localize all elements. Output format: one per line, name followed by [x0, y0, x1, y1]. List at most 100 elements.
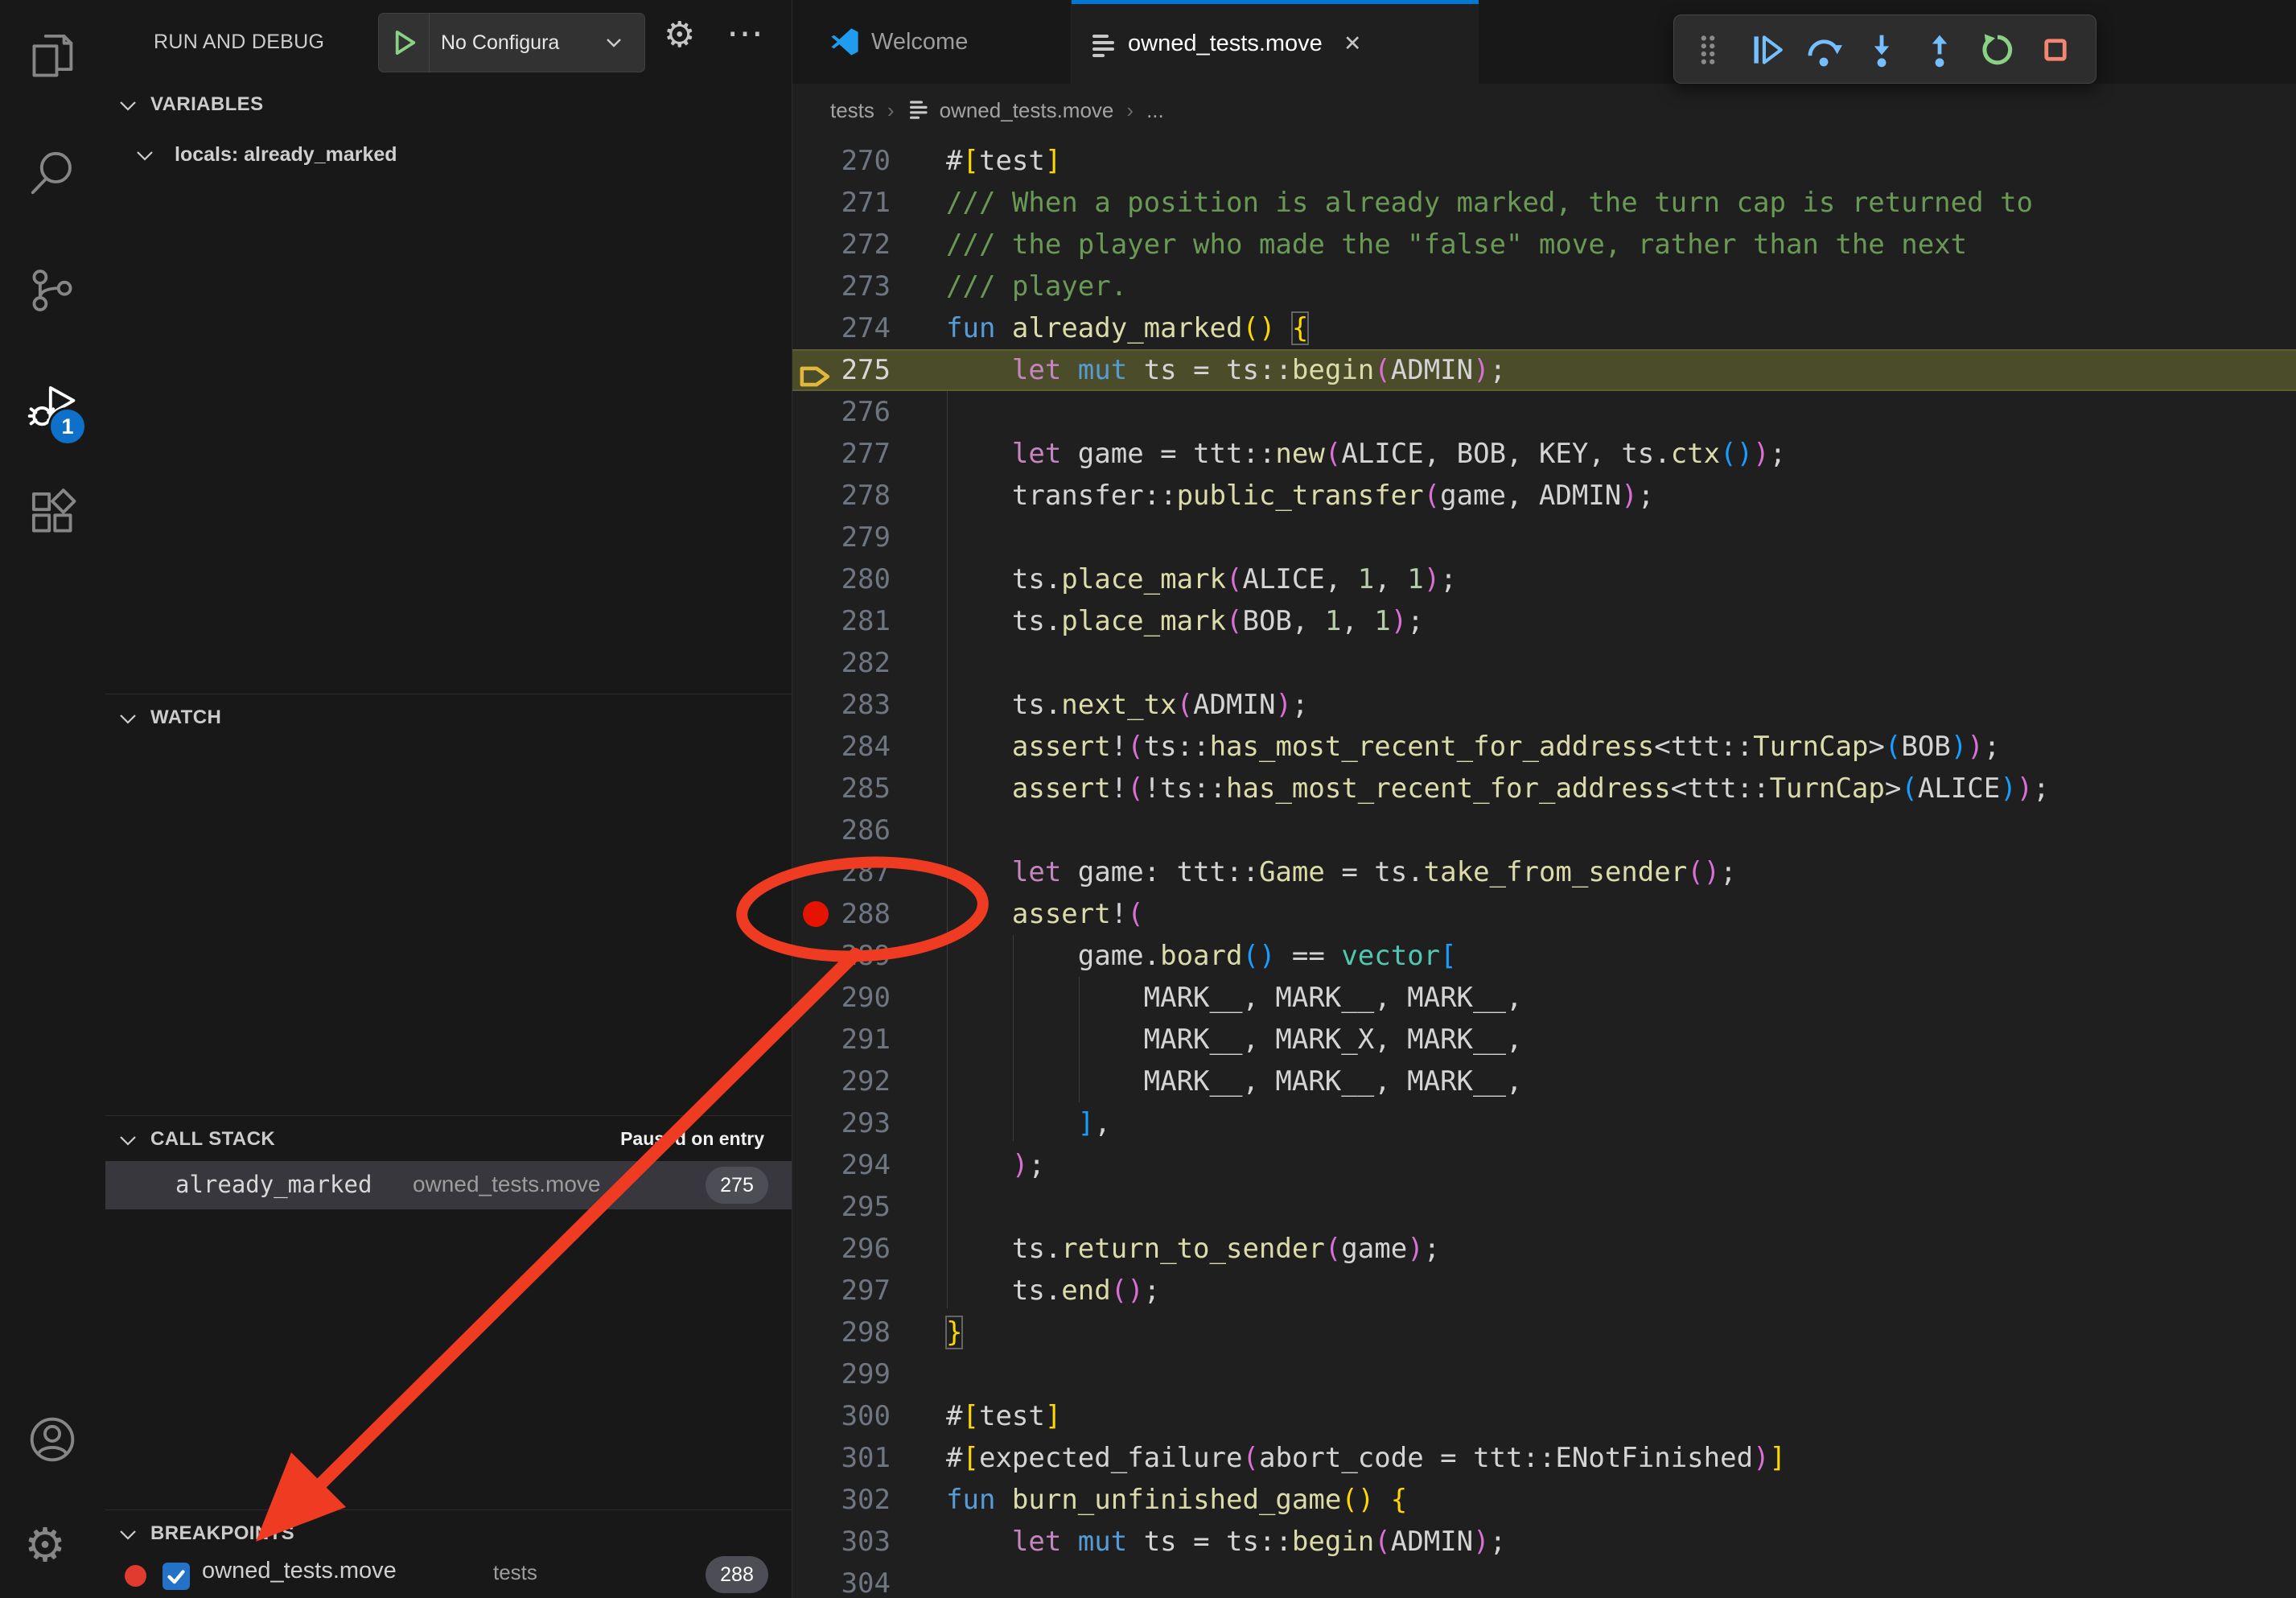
line-number[interactable]: 272 [792, 224, 891, 266]
config-dropdown-label[interactable]: No Configura [441, 31, 606, 55]
extensions-icon[interactable] [26, 486, 79, 539]
line-number[interactable]: 298 [792, 1312, 891, 1353]
line-number[interactable]: 300 [792, 1395, 891, 1437]
start-debug-icon[interactable] [393, 29, 418, 56]
step-out-button[interactable] [1920, 30, 1960, 70]
code-line[interactable]: 297 ts.end(); [792, 1270, 2296, 1312]
code-line[interactable]: 300#[test] [792, 1395, 2296, 1437]
line-number[interactable]: 280 [792, 558, 891, 600]
continue-button[interactable] [1746, 30, 1786, 70]
code-line[interactable]: 277 let game = ttt::new(ALICE, BOB, KEY,… [792, 433, 2296, 475]
code-line[interactable]: 303 let mut ts = ts::begin(ADMIN); [792, 1521, 2296, 1563]
breadcrumb-item-tests[interactable]: tests [830, 98, 874, 123]
line-number[interactable]: 287 [792, 851, 891, 893]
settings-gear-icon[interactable]: ⚙ [24, 1522, 66, 1569]
line-number[interactable]: 303 [792, 1521, 891, 1563]
code-line[interactable]: 282 [792, 642, 2296, 684]
line-number[interactable]: 294 [792, 1144, 891, 1186]
explorer-icon[interactable] [26, 31, 79, 84]
restart-button[interactable] [1977, 30, 2018, 70]
tab-owned-tests-move[interactable]: owned_tests.move ✕ [1072, 0, 1479, 84]
code-line[interactable]: 285 assert!(!ts::has_most_recent_for_add… [792, 768, 2296, 809]
breakpoint-checkbox[interactable] [163, 1563, 190, 1590]
breakpoints-section-header[interactable]: BREAKPOINTS [105, 1519, 792, 1555]
line-number[interactable]: 291 [792, 1019, 891, 1061]
line-number[interactable]: 301 [792, 1437, 891, 1479]
source-control-icon[interactable] [26, 264, 79, 317]
line-number[interactable]: 302 [792, 1479, 891, 1521]
chevron-down-icon[interactable] [119, 713, 137, 728]
code-line[interactable]: 283 ts.next_tx(ADMIN); [792, 684, 2296, 726]
code-line[interactable]: 290 MARK__, MARK__, MARK__, [792, 977, 2296, 1019]
line-number[interactable]: 274 [792, 307, 891, 349]
close-icon[interactable]: ✕ [1343, 31, 1362, 56]
breakpoint-list-item[interactable]: owned_tests.move tests 288 [105, 1551, 792, 1598]
toolbar-gripper-icon[interactable] [1688, 30, 1728, 70]
chevron-down-icon[interactable] [119, 100, 137, 115]
line-number[interactable]: 277 [792, 433, 891, 475]
line-number[interactable]: 288 [792, 893, 891, 935]
line-number[interactable]: 304 [792, 1563, 891, 1598]
search-icon[interactable] [26, 146, 79, 200]
line-number[interactable]: 279 [792, 517, 891, 558]
call-stack-section-header[interactable]: CALL STACK Paused on entry [105, 1125, 792, 1160]
breadcrumb-item-file[interactable]: owned_tests.move [940, 98, 1114, 123]
line-number[interactable]: 297 [792, 1270, 891, 1312]
line-number[interactable]: 271 [792, 182, 891, 224]
code-line[interactable]: 281 ts.place_mark(BOB, 1, 1); [792, 600, 2296, 642]
code-line[interactable]: 284 assert!(ts::has_most_recent_for_addr… [792, 726, 2296, 768]
line-number[interactable]: 290 [792, 977, 891, 1019]
code-line[interactable]: 289 game.board() == vector[ [792, 935, 2296, 977]
variables-scope-row[interactable]: locals: already_marked [105, 138, 792, 177]
step-into-button[interactable] [1862, 30, 1902, 70]
code-line[interactable]: 292 MARK__, MARK__, MARK__, [792, 1061, 2296, 1102]
code-editor[interactable]: 270#[test]271/// When a position is alre… [792, 137, 2296, 1598]
debug-config-dropdown[interactable]: No Configura [378, 13, 645, 72]
line-number[interactable]: 273 [792, 266, 891, 307]
line-number[interactable]: 281 [792, 600, 891, 642]
code-line[interactable]: 270#[test] [792, 140, 2296, 182]
variables-section-header[interactable]: VARIABLES [105, 90, 792, 126]
more-actions-icon[interactable]: ⋯ [726, 11, 765, 55]
call-stack-frame-row[interactable]: already_marked owned_tests.move 275 [105, 1161, 792, 1209]
line-number[interactable]: 282 [792, 642, 891, 684]
code-line[interactable]: 291 MARK__, MARK_X, MARK__, [792, 1019, 2296, 1061]
code-line[interactable]: 293 ], [792, 1102, 2296, 1144]
line-number[interactable]: 295 [792, 1186, 891, 1228]
chevron-down-icon[interactable] [119, 1529, 137, 1544]
code-line[interactable]: 286 [792, 809, 2296, 851]
chevron-down-icon[interactable] [119, 1135, 137, 1150]
line-number[interactable]: 299 [792, 1353, 891, 1395]
step-over-button[interactable] [1804, 30, 1844, 70]
line-number[interactable]: 286 [792, 809, 891, 851]
account-icon[interactable] [26, 1413, 79, 1466]
code-line[interactable]: 288 assert!( [792, 893, 2296, 935]
watch-section-header[interactable]: WATCH [105, 703, 792, 739]
code-line[interactable]: 280 ts.place_mark(ALICE, 1, 1); [792, 558, 2296, 600]
line-number[interactable]: 285 [792, 768, 891, 809]
code-line[interactable]: 301#[expected_failure(abort_code = ttt::… [792, 1437, 2296, 1479]
code-line[interactable]: 287 let game: ttt::Game = ts.take_from_s… [792, 851, 2296, 893]
tab-welcome[interactable]: Welcome [792, 0, 1072, 84]
line-number[interactable]: 293 [792, 1102, 891, 1144]
line-number[interactable]: 284 [792, 726, 891, 768]
line-number[interactable]: 276 [792, 391, 891, 433]
code-line[interactable]: 298} [792, 1312, 2296, 1353]
chevron-down-icon[interactable] [136, 150, 154, 165]
code-line[interactable]: 299 [792, 1353, 2296, 1395]
stop-button[interactable] [2035, 30, 2076, 70]
code-line[interactable]: 275 let mut ts = ts::begin(ADMIN); [792, 349, 2296, 391]
line-number[interactable]: 283 [792, 684, 891, 726]
code-line[interactable]: 274fun already_marked() { [792, 307, 2296, 349]
code-line[interactable]: 276 [792, 391, 2296, 433]
code-line[interactable]: 272/// the player who made the "false" m… [792, 224, 2296, 266]
breadcrumb-item-symbol[interactable]: ... [1146, 98, 1164, 123]
line-number[interactable]: 270 [792, 140, 891, 182]
code-line[interactable]: 279 [792, 517, 2296, 558]
line-number[interactable]: 278 [792, 475, 891, 517]
code-line[interactable]: 271/// When a position is already marked… [792, 182, 2296, 224]
line-number[interactable]: 289 [792, 935, 891, 977]
code-line[interactable]: 273/// player. [792, 266, 2296, 307]
line-number[interactable]: 275 [792, 349, 891, 391]
line-number[interactable]: 296 [792, 1228, 891, 1270]
